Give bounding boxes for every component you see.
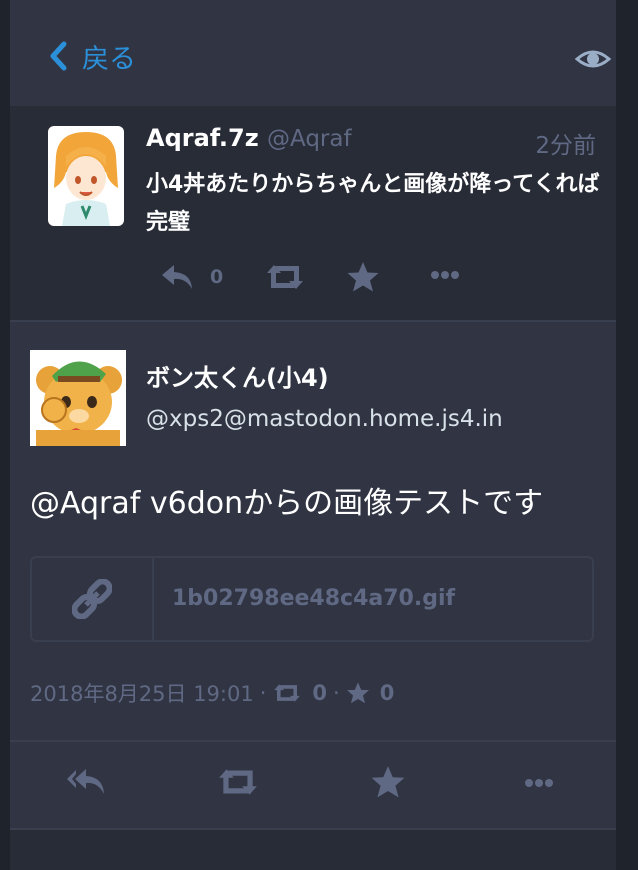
detailed-action-bar xyxy=(10,742,616,828)
reply-button[interactable]: 0 xyxy=(160,262,223,292)
reply-icon xyxy=(162,265,192,289)
boost-count[interactable]: 0 xyxy=(312,681,327,705)
favourite-button[interactable] xyxy=(370,764,406,800)
status-timestamp[interactable]: 2018年8月25日 19:01 xyxy=(30,678,254,708)
attachment-link[interactable]: 1b02798ee48c4a70.gif xyxy=(30,556,594,642)
back-button[interactable]: 戻る xyxy=(48,38,136,75)
avatar[interactable] xyxy=(30,350,126,446)
account-handle[interactable]: @xps2@mastodon.home.js4.in xyxy=(146,406,503,432)
ellipsis-icon xyxy=(431,271,459,279)
right-gutter xyxy=(616,0,638,870)
star-icon xyxy=(371,766,405,798)
boost-button[interactable] xyxy=(216,766,260,798)
username[interactable]: @Aqraf xyxy=(267,126,352,152)
separator: · xyxy=(259,681,267,705)
detailed-status: ボン太くん(小4) @xps2@mastodon.home.js4.in @Aq… xyxy=(10,322,616,740)
favourite-count[interactable]: 0 xyxy=(380,681,395,705)
separator: · xyxy=(333,681,340,705)
column-header: 戻る xyxy=(10,0,616,106)
relative-time[interactable]: 2分前 xyxy=(535,126,596,160)
display-name[interactable]: ボン太くん(小4) xyxy=(146,358,329,393)
chevron-left-icon xyxy=(50,41,67,71)
ellipsis-icon xyxy=(525,779,553,787)
boost-icon xyxy=(219,769,257,795)
attachment-icon-cell xyxy=(32,558,154,640)
eye-icon[interactable] xyxy=(575,44,611,74)
link-icon xyxy=(72,579,112,619)
back-label: 戻る xyxy=(82,43,136,75)
display-name[interactable]: Aqraf.7z xyxy=(146,124,259,152)
more-button[interactable] xyxy=(430,270,460,280)
boost-icon xyxy=(267,265,303,289)
favourite-button[interactable] xyxy=(346,260,380,294)
boost-icon xyxy=(274,684,301,702)
star-icon xyxy=(347,262,379,292)
reply-count: 0 xyxy=(210,266,224,288)
status-content: @Aqraf v6donからの画像テストです xyxy=(30,486,544,521)
boost-button[interactable] xyxy=(264,262,306,292)
reply-all-button[interactable] xyxy=(66,766,108,798)
status-content: 小4丼あたりからちゃんと画像が降ってくれば完璧 xyxy=(146,172,600,235)
status-action-bar: 0 xyxy=(150,258,470,298)
more-button[interactable] xyxy=(524,778,554,788)
left-gutter xyxy=(0,0,10,870)
divider xyxy=(10,828,616,830)
star-icon xyxy=(346,682,369,704)
attachment-filename: 1b02798ee48c4a70.gif xyxy=(172,586,456,611)
reply-all-icon xyxy=(67,769,104,794)
avatar[interactable] xyxy=(48,126,124,226)
reply-status[interactable]: Aqraf.7z @Aqraf 2分前 小4丼あたりからちゃんと画像が降ってくれ… xyxy=(10,106,616,320)
status-column: 戻る Aqraf.7z @Aqraf 2分前 小4丼あたりからちゃんと画像が降っ… xyxy=(10,0,616,870)
status-meta: 2018年8月25日 19:01 · 0 · 0 xyxy=(30,678,394,708)
